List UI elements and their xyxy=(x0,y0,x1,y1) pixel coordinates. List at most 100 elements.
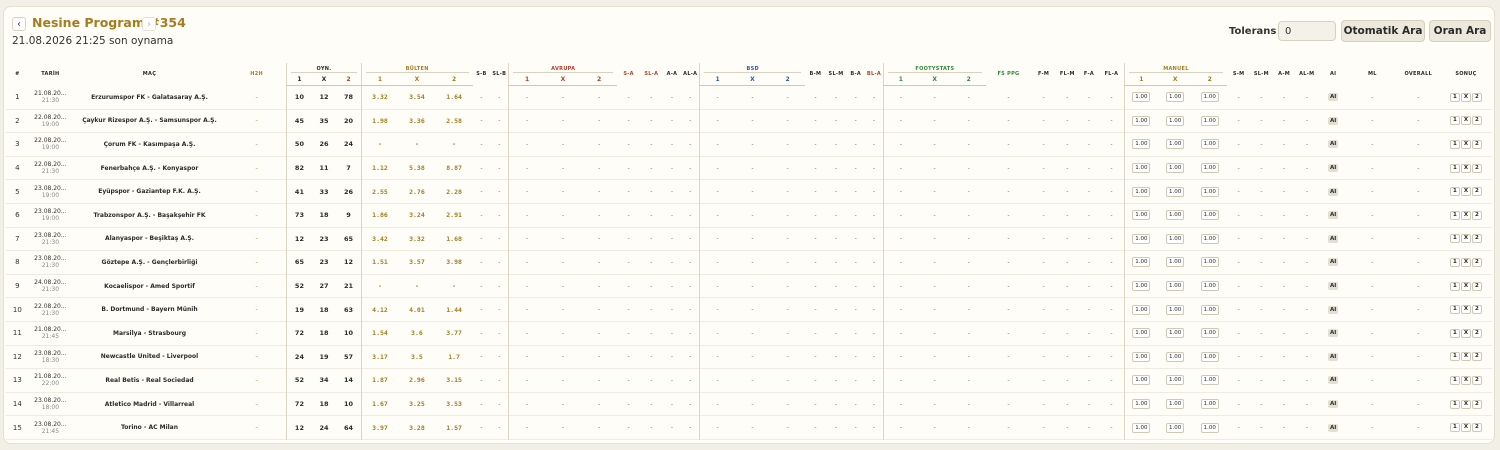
result-1-button[interactable]: 1 xyxy=(1449,187,1460,197)
ai-button[interactable]: AI xyxy=(1327,187,1339,196)
manuel-2-input[interactable]: 1.00 xyxy=(1200,186,1219,197)
manuel-x-input[interactable]: 1.00 xyxy=(1166,115,1185,126)
manuel-2-input[interactable]: 1.00 xyxy=(1200,375,1219,386)
result-x-button[interactable]: X xyxy=(1460,234,1471,244)
result-x-button[interactable]: X xyxy=(1460,352,1471,362)
manuel-2-input[interactable]: 1.00 xyxy=(1200,92,1219,103)
result-2-button[interactable]: 2 xyxy=(1471,305,1482,315)
manuel-x-input[interactable]: 1.00 xyxy=(1166,257,1185,268)
next-program-button[interactable]: › xyxy=(142,17,156,31)
odds-search-button[interactable]: Oran Ara xyxy=(1429,20,1491,42)
result-x-button[interactable]: X xyxy=(1460,399,1471,409)
manuel-x-input[interactable]: 1.00 xyxy=(1166,399,1185,410)
result-x-button[interactable]: X xyxy=(1460,210,1471,220)
result-1-button[interactable]: 1 xyxy=(1449,375,1460,385)
manuel-2-input[interactable]: 1.00 xyxy=(1200,139,1219,150)
ai-button[interactable]: AI xyxy=(1327,211,1339,220)
ai-button[interactable]: AI xyxy=(1327,258,1339,267)
result-1-button[interactable]: 1 xyxy=(1449,352,1460,362)
ai-button[interactable]: AI xyxy=(1327,376,1339,385)
manuel-1-input[interactable]: 1.00 xyxy=(1132,328,1151,339)
result-1-button[interactable]: 1 xyxy=(1449,92,1460,102)
manuel-2-input[interactable]: 1.00 xyxy=(1200,115,1219,126)
manuel-2-input[interactable]: 1.00 xyxy=(1200,210,1219,221)
result-2-button[interactable]: 2 xyxy=(1471,163,1482,173)
manuel-2-input[interactable]: 1.00 xyxy=(1200,399,1219,410)
ai-button[interactable]: AI xyxy=(1327,305,1339,314)
manuel-1-input[interactable]: 1.00 xyxy=(1132,399,1151,410)
manuel-1-input[interactable]: 1.00 xyxy=(1132,115,1151,126)
result-2-button[interactable]: 2 xyxy=(1471,187,1482,197)
manuel-x-input[interactable]: 1.00 xyxy=(1166,186,1185,197)
result-2-button[interactable]: 2 xyxy=(1471,234,1482,244)
manuel-2-input[interactable]: 1.00 xyxy=(1200,328,1219,339)
result-2-button[interactable]: 2 xyxy=(1471,423,1482,433)
result-x-button[interactable]: X xyxy=(1460,281,1471,291)
manuel-2-input[interactable]: 1.00 xyxy=(1200,163,1219,174)
manuel-x-input[interactable]: 1.00 xyxy=(1166,163,1185,174)
result-2-button[interactable]: 2 xyxy=(1471,328,1482,338)
prev-program-button[interactable]: ‹ xyxy=(12,17,26,31)
result-x-button[interactable]: X xyxy=(1460,423,1471,433)
manuel-2-input[interactable]: 1.00 xyxy=(1200,281,1219,292)
result-1-button[interactable]: 1 xyxy=(1449,139,1460,149)
manuel-x-input[interactable]: 1.00 xyxy=(1166,210,1185,221)
ai-button[interactable]: AI xyxy=(1327,423,1339,432)
manuel-1-input[interactable]: 1.00 xyxy=(1132,304,1151,315)
result-1-button[interactable]: 1 xyxy=(1449,116,1460,126)
manuel-1-input[interactable]: 1.00 xyxy=(1132,186,1151,197)
manuel-2-input[interactable]: 1.00 xyxy=(1200,304,1219,315)
result-x-button[interactable]: X xyxy=(1460,92,1471,102)
result-x-button[interactable]: X xyxy=(1460,187,1471,197)
manuel-2-input[interactable]: 1.00 xyxy=(1200,422,1219,433)
ai-button[interactable]: AI xyxy=(1327,164,1339,173)
manuel-1-input[interactable]: 1.00 xyxy=(1132,163,1151,174)
manuel-x-input[interactable]: 1.00 xyxy=(1166,375,1185,386)
result-1-button[interactable]: 1 xyxy=(1449,423,1460,433)
ai-button[interactable]: AI xyxy=(1327,93,1339,102)
manuel-x-input[interactable]: 1.00 xyxy=(1166,92,1185,103)
manuel-1-input[interactable]: 1.00 xyxy=(1132,281,1151,292)
result-1-button[interactable]: 1 xyxy=(1449,399,1460,409)
result-x-button[interactable]: X xyxy=(1460,139,1471,149)
result-1-button[interactable]: 1 xyxy=(1449,281,1460,291)
tolerance-input[interactable] xyxy=(1278,21,1336,41)
manuel-1-input[interactable]: 1.00 xyxy=(1132,92,1151,103)
auto-search-button[interactable]: Otomatik Ara xyxy=(1341,20,1425,42)
ai-button[interactable]: AI xyxy=(1327,400,1339,409)
ai-button[interactable]: AI xyxy=(1327,116,1339,125)
manuel-2-input[interactable]: 1.00 xyxy=(1200,233,1219,244)
manuel-x-input[interactable]: 1.00 xyxy=(1166,304,1185,315)
manuel-2-input[interactable]: 1.00 xyxy=(1200,257,1219,268)
manuel-1-input[interactable]: 1.00 xyxy=(1132,210,1151,221)
result-2-button[interactable]: 2 xyxy=(1471,281,1482,291)
result-x-button[interactable]: X xyxy=(1460,328,1471,338)
manuel-x-input[interactable]: 1.00 xyxy=(1166,281,1185,292)
ai-button[interactable]: AI xyxy=(1327,140,1339,149)
result-x-button[interactable]: X xyxy=(1460,257,1471,267)
result-2-button[interactable]: 2 xyxy=(1471,257,1482,267)
result-2-button[interactable]: 2 xyxy=(1471,210,1482,220)
result-1-button[interactable]: 1 xyxy=(1449,163,1460,173)
ai-button[interactable]: AI xyxy=(1327,234,1339,243)
result-1-button[interactable]: 1 xyxy=(1449,210,1460,220)
result-2-button[interactable]: 2 xyxy=(1471,399,1482,409)
result-x-button[interactable]: X xyxy=(1460,163,1471,173)
manuel-1-input[interactable]: 1.00 xyxy=(1132,422,1151,433)
manuel-x-input[interactable]: 1.00 xyxy=(1166,233,1185,244)
result-2-button[interactable]: 2 xyxy=(1471,92,1482,102)
manuel-1-input[interactable]: 1.00 xyxy=(1132,139,1151,150)
result-2-button[interactable]: 2 xyxy=(1471,375,1482,385)
result-x-button[interactable]: X xyxy=(1460,305,1471,315)
result-2-button[interactable]: 2 xyxy=(1471,352,1482,362)
manuel-x-input[interactable]: 1.00 xyxy=(1166,422,1185,433)
result-x-button[interactable]: X xyxy=(1460,116,1471,126)
result-x-button[interactable]: X xyxy=(1460,375,1471,385)
manuel-1-input[interactable]: 1.00 xyxy=(1132,375,1151,386)
manuel-x-input[interactable]: 1.00 xyxy=(1166,328,1185,339)
result-1-button[interactable]: 1 xyxy=(1449,305,1460,315)
result-1-button[interactable]: 1 xyxy=(1449,257,1460,267)
manuel-1-input[interactable]: 1.00 xyxy=(1132,257,1151,268)
manuel-x-input[interactable]: 1.00 xyxy=(1166,139,1185,150)
result-1-button[interactable]: 1 xyxy=(1449,234,1460,244)
